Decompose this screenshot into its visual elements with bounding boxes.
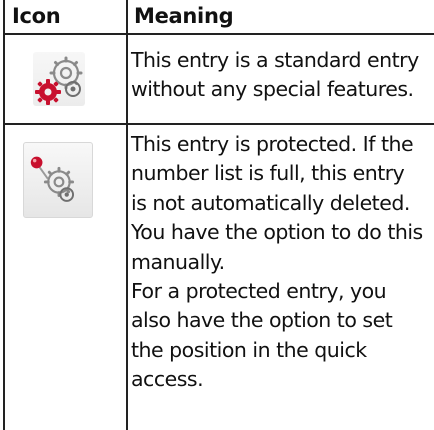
table-row: This entry is a standard entry without a… bbox=[5, 35, 434, 125]
header-icon-column: Icon bbox=[5, 0, 128, 33]
pin-icon bbox=[30, 156, 49, 180]
meaning-line: You have the option to do this bbox=[131, 220, 423, 245]
icon-cell bbox=[5, 125, 128, 430]
icon-meaning-table: Icon Meaning This entry is a standard en… bbox=[3, 0, 434, 430]
protected-entry-icon bbox=[23, 142, 93, 218]
header-meaning-column: Meaning bbox=[134, 4, 234, 28]
meaning-cell: This entry is protected. If the number l… bbox=[128, 125, 434, 430]
meaning-line: is not automatically deleted. bbox=[131, 190, 410, 215]
standard-entry-icon bbox=[33, 52, 85, 106]
protected-gears-icon bbox=[30, 156, 75, 202]
meaning-line: the position in the quick bbox=[131, 337, 367, 362]
meaning-line: manually. bbox=[131, 249, 225, 274]
meaning-line: This entry is a standard entry bbox=[131, 48, 419, 72]
meaning-line: access. bbox=[131, 367, 204, 392]
meaning-line: For a protected entry, you bbox=[131, 279, 387, 304]
gears-icon bbox=[35, 56, 83, 105]
icon-cell bbox=[5, 35, 128, 123]
meaning-line: also have the option to set bbox=[131, 308, 393, 333]
table-row: This entry is protected. If the number l… bbox=[5, 125, 434, 430]
meaning-line: This entry is protected. If the bbox=[131, 132, 414, 156]
meaning-line: number list is full, this entry bbox=[131, 161, 405, 186]
meaning-line: without any special features. bbox=[131, 77, 414, 102]
table-header-row: Icon Meaning bbox=[5, 0, 434, 35]
meaning-cell: This entry is a standard entry without a… bbox=[128, 35, 434, 123]
